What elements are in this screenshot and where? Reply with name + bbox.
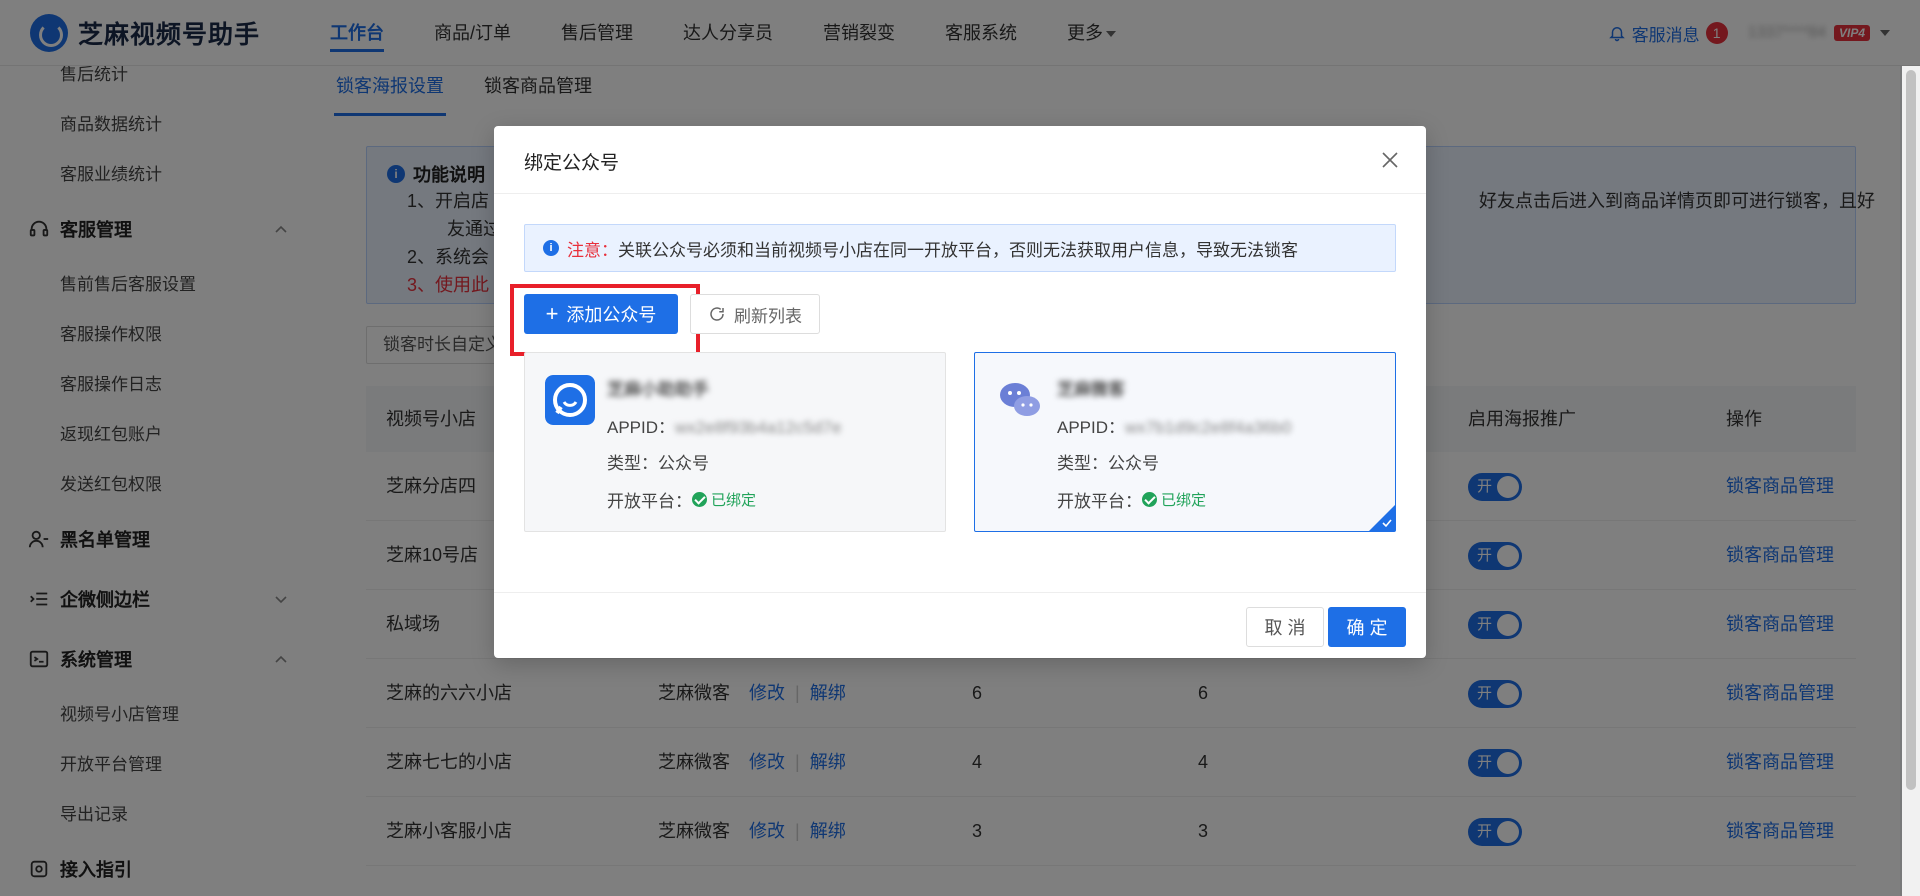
scrollbar-thumb[interactable] (1906, 70, 1916, 790)
add-official-account-button[interactable]: + 添加公众号 (524, 294, 678, 334)
account-platform: 开放平台： 已绑定 (607, 487, 756, 512)
official-account-card-selected[interactable]: 芝麻微客 APPID：wx7b1d9c2e8f4a36b0 类型：公众号 开放平… (974, 352, 1396, 532)
cancel-button[interactable]: 取 消 (1246, 607, 1324, 647)
modal-title: 绑定公众号 (524, 153, 620, 174)
account-platform: 开放平台： 已绑定 (1057, 487, 1206, 512)
alert-prefix: 注意： (567, 240, 618, 260)
account-type: 类型：公众号 (1057, 449, 1159, 474)
appid-value: wx7b1d9c2e8f4a36b0 (1125, 418, 1292, 437)
modal-header: 绑定公众号 (494, 126, 1426, 194)
page-scrollbar[interactable] (1902, 66, 1920, 896)
plus-icon: + (545, 301, 559, 326)
add-button-label: 添加公众号 (566, 305, 657, 325)
alert-text: 关联公众号必须和当前视频号小店在同一开放平台，否则无法获取用户信息，导致无法锁客 (618, 240, 1298, 260)
refresh-list-button[interactable]: 刷新列表 (690, 294, 820, 334)
type-value: 公众号 (1108, 454, 1159, 473)
type-label: 类型： (607, 454, 658, 473)
type-value: 公众号 (658, 454, 709, 473)
account-appid: APPID：wx2e8f93b4a12c5d7e (607, 413, 841, 438)
close-icon[interactable] (1380, 150, 1400, 170)
check-circle-icon (692, 492, 707, 507)
bind-official-account-modal: 绑定公众号 i 注意： 关联公众号必须和当前视频号小店在同一开放平台，否则无法获… (494, 126, 1426, 658)
modal-footer: 取 消 确 定 (494, 592, 1426, 658)
appid-label: APPID： (1057, 418, 1126, 437)
zhima-logo-icon (545, 375, 595, 425)
account-name: 芝麻小助助手 (607, 380, 709, 399)
bound-status: 已绑定 (1142, 489, 1206, 510)
bound-status: 已绑定 (692, 489, 756, 510)
bind-warning-alert: i 注意： 关联公众号必须和当前视频号小店在同一开放平台，否则无法获取用户信息，… (524, 224, 1396, 272)
appid-value: wx2e8f93b4a12c5d7e (675, 418, 842, 437)
type-label: 类型： (1057, 454, 1108, 473)
appid-label: APPID： (607, 418, 676, 437)
refresh-button-label: 刷新列表 (734, 306, 802, 326)
bound-status-text: 已绑定 (1161, 492, 1207, 509)
wechat-icon (1000, 383, 1040, 416)
bound-status-text: 已绑定 (711, 492, 757, 509)
check-icon (1382, 519, 1392, 528)
check-circle-icon (1142, 492, 1157, 507)
info-icon: i (543, 240, 559, 256)
official-account-card[interactable]: 芝麻小助助手 APPID：wx2e8f93b4a12c5d7e 类型：公众号 开… (524, 352, 946, 532)
platform-label: 开放平台： (607, 492, 692, 511)
confirm-button[interactable]: 确 定 (1328, 607, 1406, 647)
platform-label: 开放平台： (1057, 492, 1142, 511)
account-type: 类型：公众号 (607, 449, 709, 474)
refresh-icon (710, 307, 724, 321)
account-name: 芝麻微客 (1057, 380, 1125, 399)
account-appid: APPID：wx7b1d9c2e8f4a36b0 (1057, 413, 1291, 438)
